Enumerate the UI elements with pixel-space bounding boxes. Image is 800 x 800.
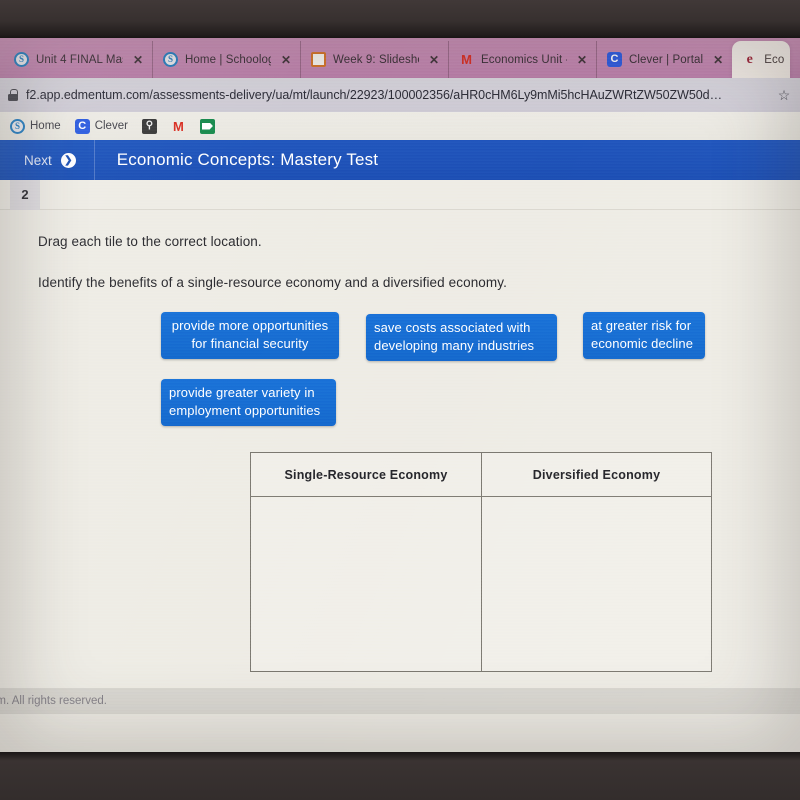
photographed-screen: S Unit 4 FINAL Mas ✕ S Home | Schoolog ✕… (0, 0, 800, 800)
tab-title: Clever | Portal (629, 53, 704, 66)
close-icon[interactable]: ✕ (278, 54, 294, 66)
bookmark-search[interactable]: ⚲ (141, 118, 157, 134)
instructions-block: Drag each tile to the correct location. … (0, 210, 800, 290)
drop-target-table: Single-Resource Economy Diversified Econ… (250, 452, 712, 672)
browser-tab-2[interactable]: S Home | Schoolog ✕ (152, 41, 300, 78)
tab-title: Eco (764, 53, 785, 66)
question-number-row: 2 (0, 179, 800, 210)
drag-instruction: Drag each tile to the correct location. (38, 234, 262, 249)
bookmark-label: Home (30, 120, 61, 132)
browser-tab-4[interactable]: M Economics Unit - ✕ (448, 41, 596, 78)
bookmark-clever[interactable]: C Clever (74, 118, 128, 134)
table-header-row: Single-Resource Economy Diversified Econ… (251, 453, 711, 497)
column-header-single-resource: Single-Resource Economy (284, 467, 448, 482)
table-body-row (251, 497, 711, 671)
draggable-tile[interactable]: at greater risk for economic decline (583, 312, 705, 359)
next-button-label: Next (24, 152, 52, 168)
draggable-tile[interactable]: provide greater variety in employment op… (161, 379, 336, 426)
drop-zone-single-resource[interactable] (251, 497, 481, 671)
browser-window: S Unit 4 FINAL Mas ✕ S Home | Schoolog ✕… (0, 38, 800, 752)
edmentum-icon: e (746, 52, 753, 67)
assessment-header: Next ❯ Economic Concepts: Mastery Test (0, 140, 800, 180)
browser-tab-1[interactable]: S Unit 4 FINAL Mas ✕ (4, 41, 152, 78)
close-icon[interactable]: ✕ (574, 54, 590, 66)
next-button[interactable]: Next ❯ (0, 140, 95, 180)
page-title: Economic Concepts: Mastery Test (116, 150, 379, 169)
monitor-bezel-bottom (0, 752, 800, 800)
question-prompt: Identify the benefits of a single-resour… (38, 275, 507, 290)
bookmark-gmail[interactable]: M (171, 119, 186, 134)
clever-icon: C (74, 118, 90, 134)
copyright-text: um. All rights reserved. (0, 695, 107, 707)
google-classroom-icon (199, 118, 215, 134)
close-icon[interactable]: ✕ (130, 54, 146, 66)
tab-title: Home | Schoolog (185, 53, 271, 66)
clever-icon: C (607, 52, 622, 67)
browser-tab-3[interactable]: Week 9: Slidesho ✕ (300, 41, 448, 78)
browser-tab-5[interactable]: C Clever | Portal ✕ (596, 41, 732, 78)
search-icon: ⚲ (141, 118, 157, 134)
schoology-icon: S (14, 52, 29, 67)
tab-title: Unit 4 FINAL Mas (36, 53, 123, 66)
bookmark-label: Clever (94, 120, 128, 132)
draggable-tile[interactable]: save costs associated with developing ma… (366, 314, 557, 361)
bookmark-classroom[interactable] (199, 118, 215, 134)
page-footer: um. All rights reserved. (0, 688, 800, 714)
bookmarks-bar: S Home C Clever ⚲ M (0, 112, 800, 140)
browser-tab-strip: S Unit 4 FINAL Mas ✕ S Home | Schoolog ✕… (0, 38, 800, 78)
gmail-icon: M (461, 52, 472, 67)
url-text[interactable]: f2.app.edmentum.com/assessments-delivery… (26, 88, 768, 102)
bookmark-star-icon[interactable]: ☆ (776, 88, 792, 102)
schoology-icon: S (10, 118, 25, 134)
arrow-right-circle-icon: ❯ (60, 152, 76, 168)
column-header-diversified: Diversified Economy (481, 453, 711, 496)
question-number: 2 (10, 179, 40, 210)
schoology-icon: S (163, 52, 178, 67)
drop-zone-diversified[interactable] (481, 497, 711, 671)
question-content: 2 Drag each tile to the correct location… (0, 179, 800, 714)
gmail-icon: M (173, 118, 184, 134)
google-slides-icon (311, 52, 326, 67)
tab-title: Week 9: Slidesho (333, 53, 419, 66)
tab-title: Economics Unit - (481, 53, 567, 66)
tile-bank: provide more opportunities for financial… (0, 312, 800, 430)
draggable-tile[interactable]: provide more opportunities for financial… (161, 312, 339, 359)
bookmark-home[interactable]: S Home (10, 118, 61, 134)
address-bar[interactable]: f2.app.edmentum.com/assessments-delivery… (0, 78, 800, 112)
browser-tab-6-active[interactable]: e Eco (732, 41, 791, 78)
monitor-bezel-top (0, 0, 800, 38)
close-icon[interactable]: ✕ (710, 54, 726, 66)
close-icon[interactable]: ✕ (426, 54, 442, 66)
lock-icon (8, 89, 18, 101)
